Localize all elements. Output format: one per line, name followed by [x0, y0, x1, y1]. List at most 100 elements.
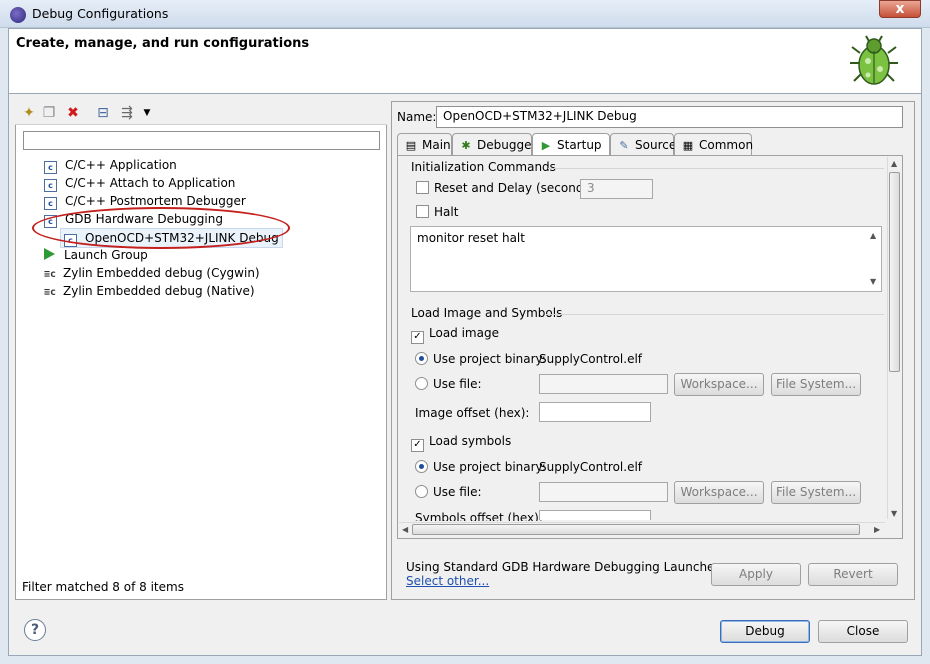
group-divider	[546, 314, 884, 315]
load-symbols-checkbox[interactable]: ✓ Load symbols	[411, 434, 511, 452]
use-project-binary-label: Use project binary:	[433, 460, 546, 474]
use-file-radio[interactable]: Use file:	[415, 377, 482, 391]
tab-label: Main	[422, 138, 451, 152]
scroll-up-arrow-icon[interactable]: ▲	[870, 231, 876, 240]
radio-dot	[415, 352, 428, 365]
group-divider	[548, 168, 884, 169]
close-button[interactable]: Close	[818, 620, 908, 643]
name-label: Name:	[397, 110, 437, 124]
scroll-left-arrow-icon[interactable]: ◀	[402, 525, 408, 534]
filter-input[interactable]	[23, 131, 380, 150]
radio-dot	[415, 377, 428, 390]
annotation-ellipse	[32, 207, 290, 249]
tab-source[interactable]: ✎ Source	[610, 133, 677, 155]
tree-item-label: Zylin Embedded debug (Cygwin)	[63, 266, 260, 280]
tree-item[interactable]: Launch Group	[44, 246, 148, 264]
scroll-right-arrow-icon[interactable]: ▶	[874, 525, 880, 534]
checkbox-check-icon: ✓	[411, 439, 424, 452]
scroll-down-arrow-icon[interactable]: ▼	[870, 277, 876, 286]
symbols-use-project-binary-radio[interactable]: Use project binary:	[415, 460, 546, 474]
load-group-label: Load Image and Symbols	[411, 306, 563, 320]
tab-common[interactable]: ▦ Common	[674, 133, 754, 155]
halt-label: Halt	[434, 205, 459, 219]
startup-tab-icon: ▶	[541, 139, 551, 152]
load-symbols-label: Load symbols	[429, 434, 512, 448]
launcher-text: Using Standard GDB Hardware Debugging La…	[406, 560, 728, 574]
project-binary-value: SupplyControl.elf	[539, 352, 643, 366]
symbols-use-file-radio[interactable]: Use file:	[415, 485, 482, 499]
reset-delay-checkbox[interactable]: Reset and Delay (seconds):	[416, 181, 598, 195]
tab-label: Startup	[557, 138, 602, 152]
tree-item-label: C/C++ Postmortem Debugger	[65, 194, 246, 208]
scroll-up-arrow-icon[interactable]: ▲	[891, 159, 897, 168]
select-other-link[interactable]: Select other...	[406, 574, 728, 588]
header-title: Create, manage, and run configurations	[16, 36, 310, 51]
duplicate-icon[interactable]: ❐	[41, 105, 57, 121]
tab-main[interactable]: ▤ Main	[397, 133, 452, 155]
image-file-field[interactable]	[539, 374, 668, 394]
revert-button[interactable]: Revert	[808, 563, 898, 586]
symbols-workspace-button[interactable]: Workspace...	[674, 481, 764, 504]
eclipse-icon	[10, 7, 26, 23]
delete-icon[interactable]: ✖	[65, 105, 81, 121]
filter-icon[interactable]: ⇶	[119, 105, 135, 121]
load-image-label: Load image	[429, 326, 499, 340]
source-tab-icon: ✎	[619, 139, 629, 152]
tree-item-label: C/C++ Attach to Application	[65, 176, 236, 190]
tab-label: Source	[635, 138, 677, 152]
init-group-label: Initialization Commands	[411, 160, 556, 174]
symbols-file-field[interactable]	[539, 482, 668, 502]
workspace-button[interactable]: Workspace...	[674, 373, 764, 396]
use-project-binary-label: Use project binary:	[433, 352, 546, 366]
c-config-icon: c	[44, 197, 57, 210]
load-image-checkbox[interactable]: ✓ Load image	[411, 326, 499, 344]
use-project-binary-radio[interactable]: Use project binary:	[415, 352, 546, 366]
image-offset-field[interactable]	[539, 402, 651, 422]
new-configuration-icon[interactable]: ✦	[21, 105, 37, 121]
checkbox-box	[416, 205, 429, 218]
name-input[interactable]: OpenOCD+STM32+JLINK Debug	[436, 106, 903, 128]
main-tab-icon: ▤	[405, 139, 417, 152]
tab-startup[interactable]: ▶ Startup	[532, 133, 610, 156]
symbols-offset-field[interactable]	[539, 510, 651, 520]
debug-bug-icon	[850, 35, 898, 85]
close-window-button[interactable]: x	[879, 0, 921, 18]
tab-label: Debugger	[477, 138, 537, 152]
tree-item[interactable]: ≡c Zylin Embedded debug (Cygwin)	[44, 264, 260, 282]
debug-button[interactable]: Debug	[720, 620, 810, 643]
init-commands-textarea[interactable]: monitor reset halt ▲ ▼	[410, 226, 882, 292]
zylin-icon: ≡c	[44, 287, 57, 298]
tab-label: Common	[699, 138, 754, 152]
help-icon[interactable]: ?	[24, 619, 46, 641]
checkbox-check-icon: ✓	[411, 331, 424, 344]
tab-bar: ▤ Main ✱ Debugger ▶ Startup ✎ Source ▦ Common	[397, 133, 903, 156]
dropdown-arrow-icon[interactable]: ▼	[139, 105, 155, 121]
tree-item[interactable]: c C/C++ Attach to Application	[44, 174, 235, 192]
halt-checkbox[interactable]: Halt	[416, 205, 458, 219]
tree-item[interactable]: ≡c Zylin Embedded debug (Native)	[44, 282, 255, 300]
symbols-project-binary-value: SupplyControl.elf	[539, 460, 643, 474]
use-file-label: Use file:	[433, 485, 482, 499]
reset-delay-label: Reset and Delay (seconds):	[434, 181, 599, 195]
filter-status: Filter matched 8 of 8 items	[22, 580, 184, 594]
apply-button[interactable]: Apply	[711, 563, 801, 586]
tab-debugger[interactable]: ✱ Debugger	[452, 133, 536, 155]
radio-dot	[415, 485, 428, 498]
checkbox-box	[416, 181, 429, 194]
c-config-icon: c	[44, 161, 57, 174]
debugger-tab-icon: ✱	[461, 139, 471, 152]
symbols-file-system-button[interactable]: File System...	[771, 481, 861, 504]
symbols-offset-label: Symbols offset (hex):	[415, 511, 543, 521]
left-toolbar: ✦ ❐ ✖ ⊟ ⇶ ▼	[15, 101, 387, 125]
delay-field[interactable]: 3	[580, 179, 653, 199]
tree-item[interactable]: c C/C++ Application	[44, 156, 177, 174]
horizontal-scroll-thumb[interactable]	[412, 524, 860, 535]
use-file-label: Use file:	[433, 377, 482, 391]
c-config-icon: c	[44, 179, 57, 192]
file-system-button[interactable]: File System...	[771, 373, 861, 396]
collapse-all-icon[interactable]: ⊟	[95, 105, 111, 121]
radio-dot	[415, 460, 428, 473]
init-commands-text: monitor reset halt	[417, 231, 525, 245]
vertical-scroll-thumb[interactable]	[889, 172, 900, 372]
scroll-down-arrow-icon[interactable]: ▼	[891, 509, 897, 518]
